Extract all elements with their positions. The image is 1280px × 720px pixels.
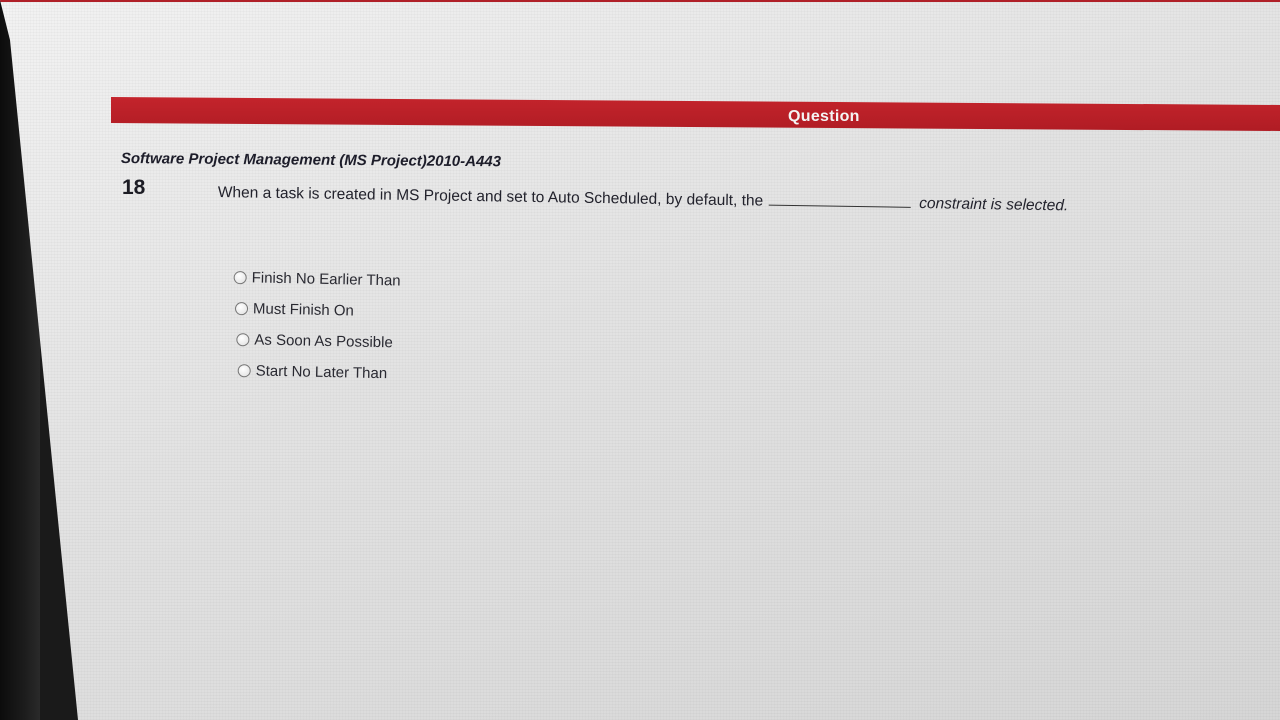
radio-button[interactable] — [237, 364, 251, 378]
question-text-after-blank: constraint is selected. — [919, 195, 1069, 215]
question-header-bar: Question — [111, 97, 1280, 131]
top-accent-line — [0, 0, 1280, 2]
option-must-finish-on[interactable]: Must Finish On — [234, 293, 401, 327]
answer-blank — [769, 204, 912, 208]
option-label: As Soon As Possible — [254, 331, 393, 352]
header-title: Question — [788, 108, 860, 125]
option-label: Finish No Earlier Than — [251, 269, 401, 290]
quiz-page: Question Software Project Management (MS… — [0, 0, 1280, 720]
question-text: When a task is created in MS Project and… — [218, 184, 1069, 215]
radio-button[interactable] — [234, 302, 249, 316]
radio-button[interactable] — [236, 333, 250, 347]
option-finish-no-earlier-than[interactable]: Finish No Earlier Than — [233, 262, 401, 296]
answer-options: Finish No Earlier Than Must Finish On As… — [231, 262, 401, 389]
question-text-before-blank: When a task is created in MS Project and… — [217, 184, 764, 210]
question-number: 18 — [122, 176, 146, 199]
radio-button[interactable] — [233, 270, 247, 285]
option-as-soon-as-possible[interactable]: As Soon As Possible — [236, 324, 400, 358]
course-title: Software Project Management (MS Project)… — [120, 150, 502, 171]
option-start-no-later-than[interactable]: Start No Later Than — [237, 355, 399, 389]
option-label: Must Finish On — [252, 300, 355, 320]
option-label: Start No Later Than — [255, 362, 388, 383]
